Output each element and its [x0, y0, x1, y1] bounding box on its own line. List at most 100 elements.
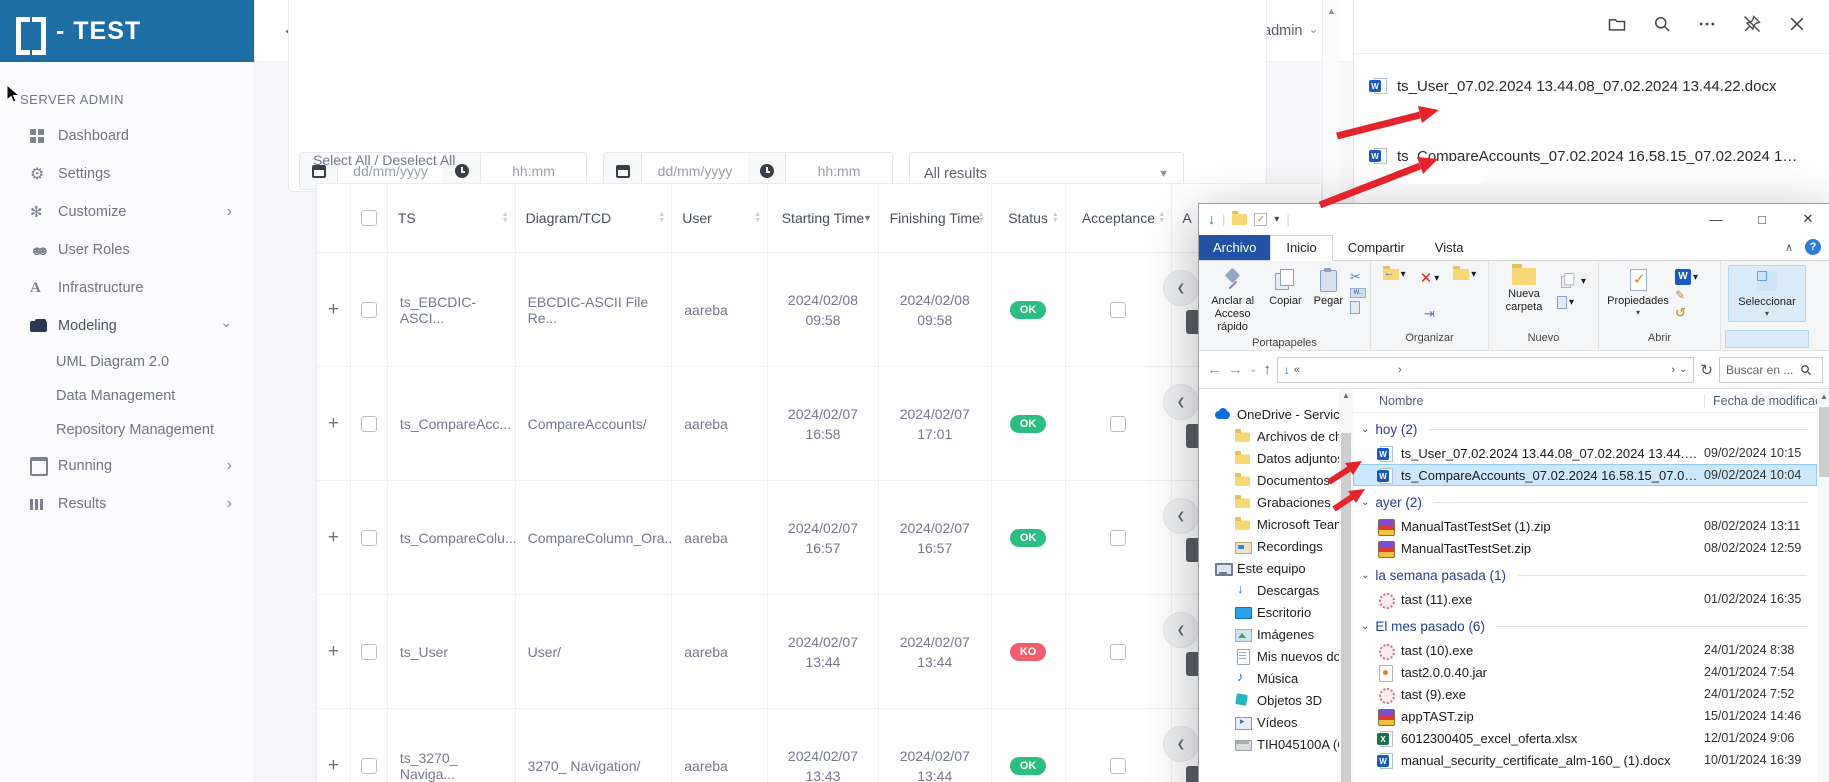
column-name[interactable]: Nombre [1353, 394, 1704, 408]
sidebar-item[interactable]: User Roles [0, 231, 254, 269]
sort-icon[interactable]: ▲▼ [658, 212, 665, 224]
expand-row-button[interactable]: + [328, 413, 339, 435]
file-row[interactable]: ManualTastTestSet.zip 08/02/2024 12:59 [1353, 537, 1817, 559]
row-action-button[interactable]: ❮ [1172, 384, 1199, 420]
expand-row-button[interactable]: + [328, 299, 339, 321]
sort-icon[interactable]: ▲▼ [1052, 212, 1059, 224]
row-checkbox[interactable] [361, 416, 377, 432]
copy-path-button[interactable] [1350, 288, 1366, 298]
row-checkbox[interactable] [361, 758, 377, 774]
easy-access-button[interactable]: ▾ [1557, 269, 1586, 293]
checkmark-icon[interactable]: ✓ [1254, 213, 1267, 226]
sidebar-item[interactable]: Results [0, 485, 254, 523]
header-ts[interactable]: TS▲▼ [388, 184, 516, 252]
file-group-header[interactable]: ⌄ hoy (2) [1353, 416, 1817, 442]
address-dropdown-icon[interactable]: ⌄ [1679, 364, 1687, 375]
new-folder-button[interactable]: Nueva carpeta [1493, 265, 1555, 317]
acceptance-checkbox[interactable] [1110, 416, 1126, 432]
sidebar-item[interactable]: Infrastructure [0, 269, 254, 307]
file-row[interactable]: ManualTastTestSet (1).zip 08/02/2024 13:… [1353, 515, 1817, 537]
column-date-modified[interactable]: Fecha de modificación [1704, 394, 1817, 408]
file-row[interactable]: tast2.0.0.40.jar 24/01/2024 7:54 [1353, 661, 1817, 683]
nav-tree-item[interactable]: Microsoft Team [1199, 513, 1339, 535]
history-button[interactable] [1675, 305, 1698, 321]
header-diagram[interactable]: Diagram/TCD▲▼ [516, 184, 673, 252]
sidebar-item[interactable]: Running [0, 447, 254, 485]
file-row[interactable]: ts_CompareAccounts_07.02.2024 16.58.15_0… [1353, 464, 1817, 486]
pin-quick-access-button[interactable]: Anclar al Acceso rápido [1203, 265, 1262, 337]
scrollbar-thumb[interactable] [1819, 407, 1829, 477]
back-icon[interactable]: ← [1207, 361, 1222, 378]
nav-tree-item[interactable]: Descargas [1199, 579, 1339, 601]
scroll-up-icon[interactable]: ▲ [1817, 389, 1829, 401]
expand-row-button[interactable]: + [328, 641, 339, 663]
nav-tree-item[interactable]: Escritorio [1199, 601, 1339, 623]
file-row[interactable]: tast (9).exe 24/01/2024 7:52 [1353, 683, 1817, 705]
nav-tree-item[interactable]: Vídeos [1199, 711, 1339, 733]
sort-icon[interactable]: ▲▼ [978, 212, 985, 224]
scrollbar-thumb[interactable] [1341, 433, 1351, 782]
select-button[interactable]: Seleccionar ▾ [1728, 265, 1806, 322]
sidebar-item[interactable]: Settings [0, 155, 254, 193]
open-with-word-button[interactable]: ▾ [1675, 269, 1698, 285]
customize-toolbar-icon[interactable]: ▾ [1274, 214, 1279, 225]
download-item[interactable]: ts_CompareAccounts_07.02.2024 16.58.15_0… [1354, 134, 1829, 178]
rename-button[interactable] [1424, 306, 1435, 322]
nav-tree-item[interactable]: Documentos [1199, 469, 1339, 491]
row-action-button[interactable]: ❮ [1172, 270, 1199, 306]
sidebar-item[interactable]: Repository Management [0, 413, 254, 447]
refresh-icon[interactable]: ↻ [1700, 361, 1713, 379]
minimize-button[interactable]: — [1693, 204, 1739, 234]
sidebar-item[interactable]: Data Management [0, 379, 254, 413]
file-row[interactable]: ts_User_07.02.2024 13.44.08_07.02.2024 1… [1353, 442, 1817, 464]
new-item-button[interactable]: ▾ [1557, 296, 1586, 309]
file-row[interactable]: tast (10).exe 24/01/2024 8:38 [1353, 639, 1817, 661]
acceptance-checkbox[interactable] [1110, 644, 1126, 660]
file-row[interactable]: tast (11).exe 01/02/2024 16:35 [1353, 588, 1817, 610]
file-group-header[interactable]: ⌄ la semana pasada (1) [1353, 562, 1817, 588]
select-all-checkbox[interactable] [361, 210, 377, 226]
tab-archivo[interactable]: Archivo [1199, 235, 1270, 260]
breadcrumb-collapse[interactable]: « [1294, 364, 1300, 376]
file-row[interactable]: 6012300405_excel_oferta.xlsx 12/01/2024 … [1353, 727, 1817, 749]
row-action-button[interactable]: ❮ [1172, 612, 1199, 648]
row-checkbox[interactable] [361, 530, 377, 546]
header-starting-time[interactable]: Starting Time▼ [768, 184, 879, 252]
expand-row-button[interactable]: + [328, 527, 339, 549]
select-all-toggle[interactable]: Select All / Deselect All [313, 152, 455, 168]
close-icon[interactable] [1787, 14, 1807, 34]
sidebar-item[interactable]: Customize [0, 193, 254, 231]
nav-tree-item[interactable]: Archivos de cha [1199, 425, 1339, 447]
collapse-ribbon-icon[interactable]: ∧ [1785, 241, 1793, 254]
scroll-up-icon[interactable]: ▲ [1323, 0, 1340, 16]
header-finishing-time[interactable]: Finishing Time▲▼ [879, 184, 992, 252]
sort-icon[interactable]: ▲▼ [1158, 212, 1165, 224]
sidebar-item[interactable]: UML Diagram 2.0 [0, 345, 254, 379]
sort-icon[interactable]: ▲▼ [754, 212, 761, 224]
search-icon[interactable] [1652, 14, 1672, 34]
properties-button[interactable]: Propiedades ▾ [1603, 265, 1673, 320]
expand-row-button[interactable]: + [328, 755, 339, 777]
file-group-header[interactable]: ⌄ El mes pasado (6) [1353, 613, 1817, 639]
sort-icon[interactable]: ▲▼ [502, 212, 509, 224]
nav-tree-item[interactable]: Grabaciones [1199, 491, 1339, 513]
more-options-icon[interactable] [1697, 14, 1717, 34]
header-checkbox[interactable] [351, 184, 388, 252]
open-folder-icon[interactable] [1607, 14, 1627, 34]
recent-locations-icon[interactable]: ⌄ [1249, 364, 1257, 375]
folder-icon[interactable] [1232, 214, 1247, 225]
up-icon[interactable]: ↑ [1263, 361, 1271, 378]
edit-button[interactable] [1675, 288, 1698, 302]
help-icon[interactable]: ? [1805, 239, 1821, 255]
explorer-titlebar[interactable]: ↓ | ✓ ▾ | — □ ✕ [1199, 204, 1829, 234]
unpin-icon[interactable] [1742, 14, 1762, 34]
sidebar-item[interactable]: Modeling [0, 307, 254, 345]
nav-tree-item[interactable]: Imágenes [1199, 623, 1339, 645]
tab-inicio[interactable]: Inicio [1270, 235, 1332, 261]
scroll-up-icon[interactable]: ▲ [1339, 389, 1353, 400]
explorer-search-input[interactable] [1726, 363, 1796, 377]
forward-icon[interactable]: → [1228, 361, 1243, 378]
paste-button[interactable]: Pegar [1309, 265, 1348, 311]
header-status[interactable]: Status▲▼ [992, 184, 1066, 252]
download-arrow-icon[interactable]: ↓ [1208, 211, 1215, 227]
